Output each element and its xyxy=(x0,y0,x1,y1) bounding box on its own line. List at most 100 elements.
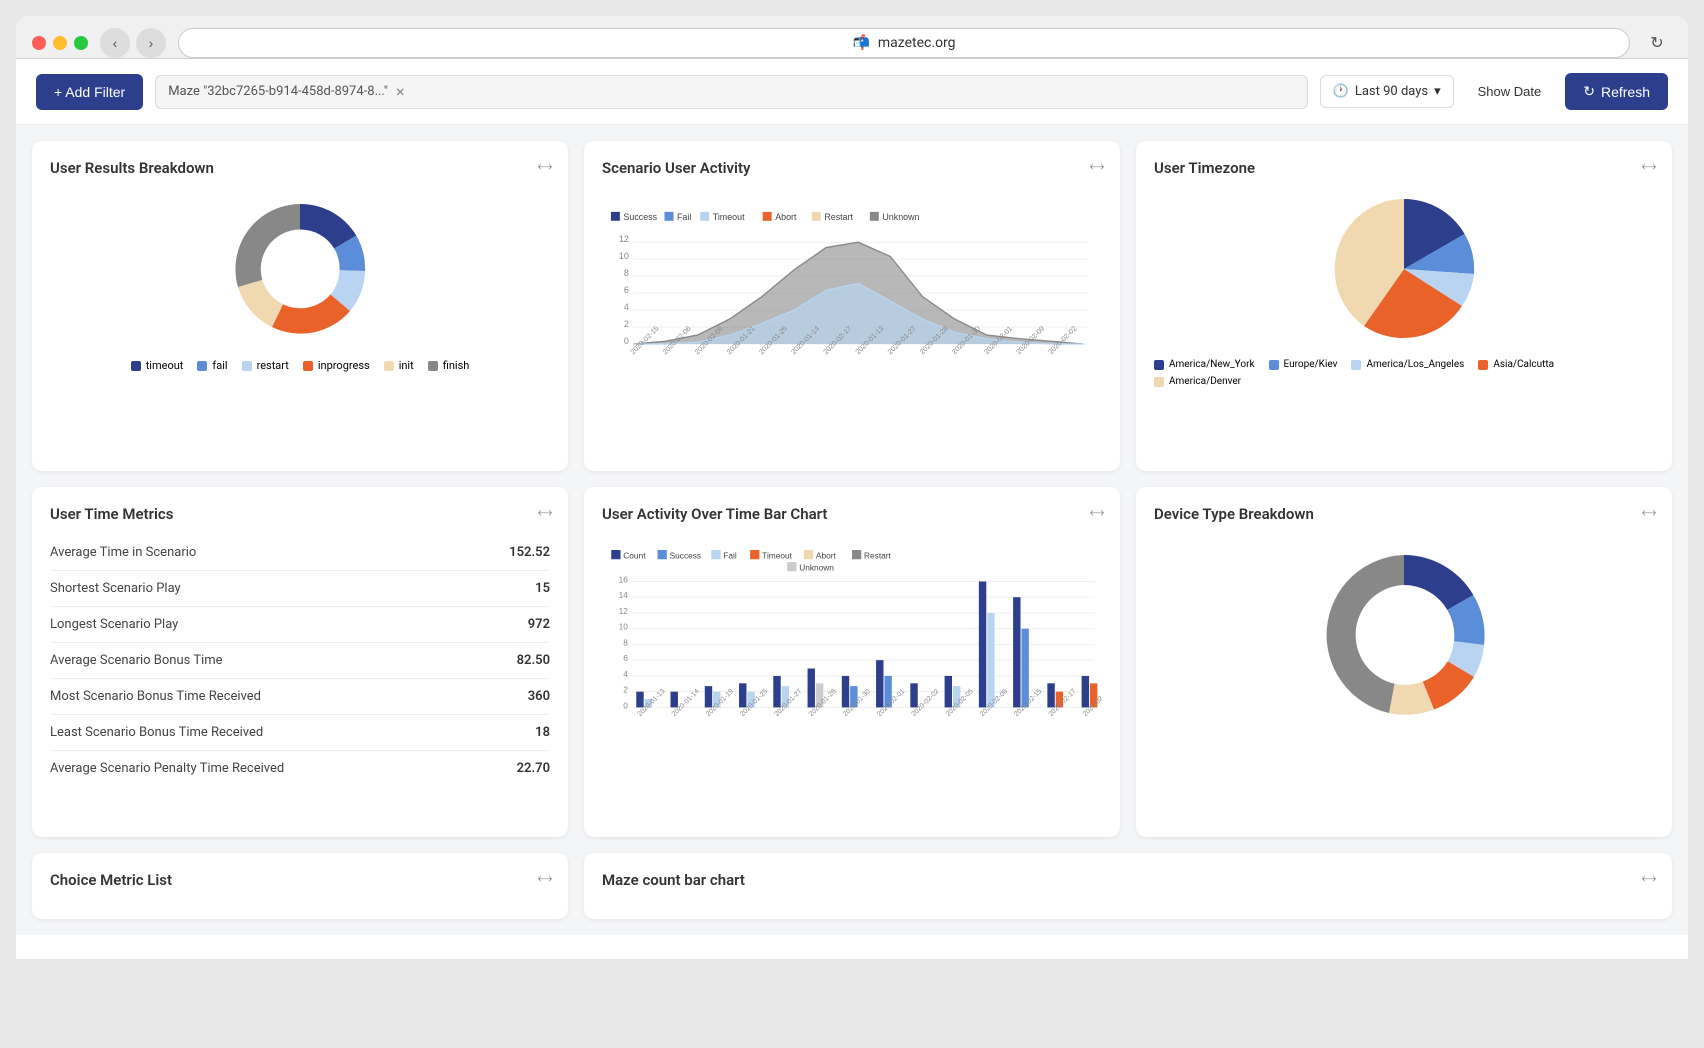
nav-buttons: ‹ › xyxy=(100,28,166,58)
metric-value: 18 xyxy=(535,725,550,740)
legend-timeout: timeout xyxy=(131,359,184,372)
legend-dot xyxy=(1478,360,1488,370)
toolbar: + Add Filter Maze "32bc7265-b914-458d-89… xyxy=(16,59,1688,125)
back-button[interactable]: ‹ xyxy=(100,28,130,58)
metric-label: Average Scenario Bonus Time xyxy=(50,653,223,668)
card-header: Choice Metric List ⤢ xyxy=(50,871,550,889)
bar-chart: Count Success Fail Timeout Abort Restart xyxy=(602,535,1102,819)
expand-icon[interactable]: ⤢ xyxy=(1087,157,1106,176)
legend-calcutta: Asia/Calcutta xyxy=(1478,359,1554,370)
legend-inprogress: inprogress xyxy=(303,359,370,372)
legend-dot xyxy=(197,361,207,371)
timezone-chart: America/New_York Europe/Kiev America/Los… xyxy=(1154,189,1654,387)
user-results-donut xyxy=(210,189,390,349)
time-selector[interactable]: 🕐 Last 90 days ▾ xyxy=(1320,75,1454,108)
expand-icon[interactable]: ⤢ xyxy=(1639,503,1658,522)
filter-value: Maze "32bc7265-b914-458d-8974-8..." xyxy=(168,84,388,99)
card-header: Maze count bar chart ⤢ xyxy=(602,871,1654,889)
filter-close-button[interactable]: × xyxy=(396,84,405,100)
svg-text:0: 0 xyxy=(624,336,629,346)
legend-init: init xyxy=(384,359,414,372)
legend-dot xyxy=(384,361,394,371)
forward-button[interactable]: › xyxy=(136,28,166,58)
legend-fail: fail xyxy=(197,359,227,372)
card-header: Device Type Breakdown ⤢ xyxy=(1154,505,1654,523)
expand-icon[interactable]: ⤢ xyxy=(1639,157,1658,176)
minimize-button[interactable] xyxy=(53,36,67,50)
maze-count-card: Maze count bar chart ⤢ xyxy=(584,853,1672,919)
svg-text:0: 0 xyxy=(623,700,628,710)
traffic-lights xyxy=(32,36,88,50)
favicon: 📬 xyxy=(852,35,869,51)
svg-text:2020-02-02: 2020-02-02 xyxy=(1047,325,1078,356)
user-time-metrics-card: User Time Metrics ⤢ Average Time in Scen… xyxy=(32,487,568,837)
metric-label: Average Time in Scenario xyxy=(50,545,196,560)
chart-legend: Success Fail Timeout Abort Restart Unkno… xyxy=(611,212,920,222)
expand-icon[interactable]: ⤢ xyxy=(535,869,554,888)
bar-legend: Count Success Fail Timeout Abort Restart xyxy=(611,550,891,560)
svg-text:2: 2 xyxy=(623,685,628,695)
reload-button[interactable]: ↻ xyxy=(1642,28,1672,58)
time-range: Last 90 days xyxy=(1355,84,1428,99)
card-title: Maze count bar chart xyxy=(602,871,745,889)
metric-value: 82.50 xyxy=(517,653,550,668)
maximize-button[interactable] xyxy=(74,36,88,50)
scenario-activity-svg: Success Fail Timeout Abort Restart Unkno… xyxy=(602,189,1102,449)
metrics-list: Average Time in Scenario 152.52 Shortest… xyxy=(50,535,550,786)
expand-icon[interactable]: ⤢ xyxy=(1639,869,1658,888)
metric-label: Longest Scenario Play xyxy=(50,617,178,632)
metric-avg-bonus: Average Scenario Bonus Time 82.50 xyxy=(50,643,550,679)
svg-text:12: 12 xyxy=(619,606,629,616)
activity-bar-card: User Activity Over Time Bar Chart ⤢ Coun… xyxy=(584,487,1120,837)
expand-icon[interactable]: ⤢ xyxy=(1087,503,1106,522)
card-title: User Results Breakdown xyxy=(50,159,214,177)
svg-text:10: 10 xyxy=(619,622,629,632)
card-title: Scenario User Activity xyxy=(602,159,750,177)
y-axis: 16 14 12 10 8 6 4 2 0 xyxy=(619,574,629,710)
close-button[interactable] xyxy=(32,36,46,50)
expand-icon[interactable]: ⤢ xyxy=(535,157,554,176)
donut-container: timeout fail restart inprogress xyxy=(50,189,550,372)
legend-dot xyxy=(1269,360,1279,370)
refresh-button[interactable]: ↻ Refresh xyxy=(1565,73,1668,110)
card-header: User Time Metrics ⤢ xyxy=(50,505,550,523)
user-timezone-card: User Timezone ⤢ xyxy=(1136,141,1672,471)
svg-text:Unknown: Unknown xyxy=(882,212,919,222)
legend-dot xyxy=(428,361,438,371)
bar-legend-2: Unknown xyxy=(787,562,834,572)
metric-label: Shortest Scenario Play xyxy=(50,581,181,596)
refresh-icon: ↻ xyxy=(1583,83,1595,100)
card-title: User Timezone xyxy=(1154,159,1255,177)
y-axis: 12 10 8 6 4 2 0 xyxy=(619,234,629,346)
legend-dot xyxy=(1154,377,1164,387)
activity-bar-svg: Count Success Fail Timeout Abort Restart xyxy=(602,535,1102,815)
app-content: + Add Filter Maze "32bc7265-b914-458d-89… xyxy=(16,59,1688,959)
metric-least-bonus: Least Scenario Bonus Time Received 18 xyxy=(50,715,550,751)
card-title: Choice Metric List xyxy=(50,871,172,889)
metric-value: 360 xyxy=(528,689,550,704)
card-title: User Activity Over Time Bar Chart xyxy=(602,505,827,523)
timezone-legend: America/New_York Europe/Kiev America/Los… xyxy=(1154,359,1654,387)
svg-text:Unknown: Unknown xyxy=(799,562,834,572)
expand-icon[interactable]: ⤢ xyxy=(535,503,554,522)
add-filter-button[interactable]: + Add Filter xyxy=(36,74,143,110)
filter-tag: Maze "32bc7265-b914-458d-8974-8..." × xyxy=(155,75,1307,109)
metric-most-bonus: Most Scenario Bonus Time Received 360 xyxy=(50,679,550,715)
card-title: Device Type Breakdown xyxy=(1154,505,1314,523)
metric-label: Least Scenario Bonus Time Received xyxy=(50,725,263,740)
device-type-card: Device Type Breakdown ⤢ xyxy=(1136,487,1672,837)
address-bar[interactable]: 📬 mazetec.org xyxy=(178,28,1630,58)
metric-avg-time: Average Time in Scenario 152.52 xyxy=(50,535,550,571)
card-title: User Time Metrics xyxy=(50,505,173,523)
svg-text:8: 8 xyxy=(623,637,628,647)
svg-text:2: 2 xyxy=(624,319,629,329)
svg-text:Restart: Restart xyxy=(864,550,892,560)
card-header: Scenario User Activity ⤢ xyxy=(602,159,1102,177)
svg-text:6: 6 xyxy=(623,653,628,663)
svg-text:12: 12 xyxy=(619,234,629,244)
browser-chrome: ‹ › 📬 mazetec.org ↻ xyxy=(16,16,1688,59)
metric-label: Average Scenario Penalty Time Received xyxy=(50,761,284,776)
metric-value: 15 xyxy=(535,581,550,596)
show-date-button[interactable]: Show Date xyxy=(1466,76,1554,107)
legend-la: America/Los_Angeles xyxy=(1351,359,1464,370)
